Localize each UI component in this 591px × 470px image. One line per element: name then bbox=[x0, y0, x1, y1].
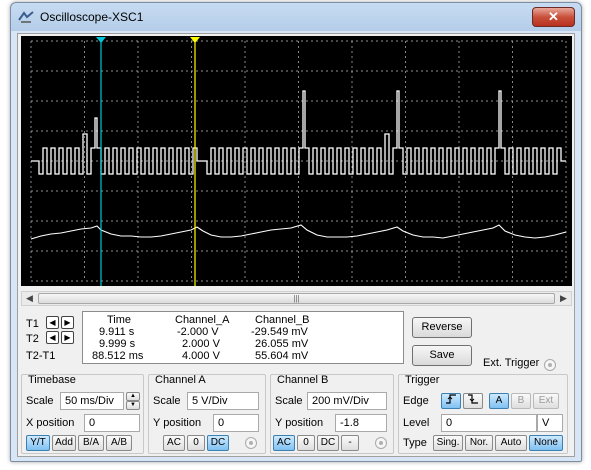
falling-edge-icon[interactable] bbox=[463, 393, 483, 409]
timebase-title: Timebase bbox=[28, 374, 76, 386]
timebase-group: Timebase Scale 50 ms/Div ▲ ▼ X position … bbox=[21, 374, 144, 454]
t2-channel-a: 2.000 V bbox=[182, 338, 220, 350]
channel-a-ac-button[interactable]: AC bbox=[163, 435, 185, 451]
close-button[interactable]: ✕ bbox=[532, 7, 575, 27]
channel-b-scale-input[interactable]: 200 mV/Div bbox=[307, 392, 387, 410]
channel-b-ypos-label: Y position bbox=[275, 417, 324, 429]
trigger-level-input[interactable]: 0 bbox=[441, 414, 537, 432]
scroll-left-icon[interactable]: ◀ bbox=[22, 292, 37, 305]
cursor-t1-label: T1 bbox=[26, 318, 39, 330]
ext-trigger-label: Ext. Trigger bbox=[483, 357, 540, 369]
channel-b-minus-button[interactable]: - bbox=[341, 435, 359, 451]
t2-right-arrow-icon[interactable]: ▶ bbox=[61, 331, 74, 344]
channel-b-zero-button[interactable]: 0 bbox=[297, 435, 315, 451]
trigger-group: Trigger Edge A B Ext Level 0 V Type Sing… bbox=[398, 374, 568, 454]
t1-channel-a: -2.000 V bbox=[177, 326, 219, 338]
mode-ba-button[interactable]: B/A bbox=[78, 435, 104, 451]
trigger-level-unit[interactable]: V bbox=[537, 414, 563, 432]
channel-b-title: Channel B bbox=[277, 374, 329, 386]
trigger-normal-button[interactable]: Nor. bbox=[465, 435, 493, 451]
channel-a-group: Channel A Scale 5 V/Div Y position 0 AC … bbox=[148, 374, 266, 454]
t1-left-arrow-icon[interactable]: ◀ bbox=[46, 316, 59, 329]
header-channel-a: Channel_A bbox=[175, 314, 230, 326]
reverse-button[interactable]: Reverse bbox=[412, 317, 472, 338]
t2t1-channel-a: 4.000 V bbox=[182, 350, 220, 362]
trigger-source-b-button[interactable]: B bbox=[511, 393, 531, 409]
channel-a-scale-label: Scale bbox=[153, 395, 181, 407]
channel-a-scale-input[interactable]: 5 V/Div bbox=[187, 392, 259, 410]
channel-b-group: Channel B Scale 200 mV/Div Y position -1… bbox=[270, 374, 394, 454]
mode-add-button[interactable]: Add bbox=[52, 435, 76, 451]
t1-time: 9.911 s bbox=[99, 326, 135, 338]
t1-channel-b: -29.549 mV bbox=[251, 326, 308, 338]
mode-yt-button[interactable]: Y/T bbox=[26, 435, 50, 451]
timebase-xpos-label: X position bbox=[26, 417, 75, 429]
scroll-right-icon[interactable]: ▶ bbox=[556, 292, 571, 305]
trigger-type-label: Type bbox=[403, 437, 427, 449]
channel-b-dc-button[interactable]: DC bbox=[317, 435, 339, 451]
t2-time: 9.999 s bbox=[99, 338, 136, 350]
cursor-t2-label: T2 bbox=[26, 333, 39, 345]
save-button[interactable]: Save bbox=[412, 345, 472, 366]
timebase-scale-input[interactable]: 50 ms/Div bbox=[60, 392, 124, 410]
timebase-scale-label: Scale bbox=[26, 395, 54, 407]
trigger-level-label: Level bbox=[403, 417, 430, 429]
channel-b-scale-label: Scale bbox=[275, 395, 303, 407]
client-area: ◀ ||| ▶ T1 ◀ ▶ T2 ◀ ▶ T2-T1 Time Channel… bbox=[17, 33, 575, 457]
scrollbar-thumb[interactable]: ||| bbox=[38, 293, 555, 304]
t2t1-channel-b: 55.604 mV bbox=[255, 350, 309, 362]
channel-b-ypos-input[interactable]: -1.8 bbox=[335, 414, 387, 432]
mode-ab-button[interactable]: A/B bbox=[106, 435, 132, 451]
header-time: Time bbox=[107, 314, 132, 326]
ext-trigger-terminal[interactable] bbox=[544, 359, 556, 371]
oscilloscope-screen bbox=[21, 36, 572, 286]
trigger-auto-button[interactable]: Auto bbox=[495, 435, 527, 451]
t2t1-time: 88.512 ms bbox=[92, 350, 144, 362]
channel-a-ypos-label: Y position bbox=[153, 417, 202, 429]
title-bar[interactable]: Oscilloscope-XSC1 ✕ bbox=[11, 3, 581, 31]
cursor-t2t1-label: T2-T1 bbox=[26, 350, 56, 362]
trigger-edge-label: Edge bbox=[403, 395, 429, 407]
cursor-readout-table: Time Channel_A Channel_B 9.911 s -2.000 … bbox=[82, 311, 404, 364]
trigger-title: Trigger bbox=[405, 374, 440, 386]
channel-a-ypos-input[interactable]: 0 bbox=[213, 414, 259, 432]
channel-a-zero-button[interactable]: 0 bbox=[187, 435, 205, 451]
channel-b-ac-button[interactable]: AC bbox=[273, 435, 295, 451]
trigger-single-button[interactable]: Sing. bbox=[433, 435, 463, 451]
channel-b-terminal[interactable] bbox=[375, 437, 387, 449]
timebase-down-icon[interactable]: ▼ bbox=[126, 401, 140, 410]
trigger-none-button[interactable]: None bbox=[529, 435, 563, 451]
rising-edge-icon[interactable] bbox=[441, 393, 461, 409]
channel-a-dc-button[interactable]: DC bbox=[207, 435, 229, 451]
t1-right-arrow-icon[interactable]: ▶ bbox=[61, 316, 74, 329]
oscilloscope-app-icon bbox=[18, 11, 34, 23]
channel-a-title: Channel A bbox=[155, 374, 206, 386]
window-title: Oscilloscope-XSC1 bbox=[40, 10, 144, 24]
t2-left-arrow-icon[interactable]: ◀ bbox=[46, 331, 59, 344]
t2-channel-b: 26.055 mV bbox=[255, 338, 309, 350]
trigger-source-a-button[interactable]: A bbox=[489, 393, 509, 409]
horizontal-scrollbar[interactable]: ◀ ||| ▶ bbox=[21, 291, 572, 306]
oscilloscope-window: Oscilloscope-XSC1 ✕ ◀ ||| ▶ T1 ◀ ▶ T2 ◀ … bbox=[10, 2, 582, 462]
header-channel-b: Channel_B bbox=[255, 314, 310, 326]
channel-a-terminal[interactable] bbox=[245, 437, 257, 449]
trigger-source-ext-button[interactable]: Ext bbox=[533, 393, 559, 409]
timebase-up-icon[interactable]: ▲ bbox=[126, 392, 140, 401]
timebase-xpos-input[interactable]: 0 bbox=[84, 414, 140, 432]
